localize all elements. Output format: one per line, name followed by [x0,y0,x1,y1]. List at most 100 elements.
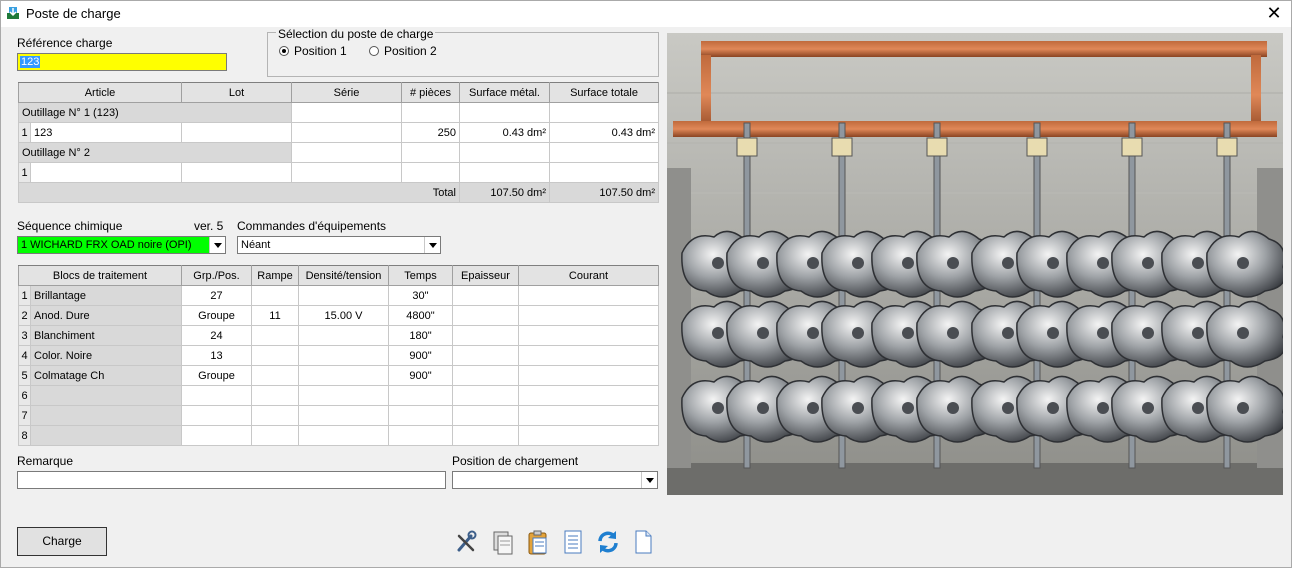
densite-cell[interactable] [298,405,389,426]
rampe-cell[interactable] [251,345,299,366]
table-cell[interactable] [401,142,460,163]
sequence-combo[interactable]: 1 WICHARD FRX OAD noire (OPI) [17,236,226,254]
grp-cell[interactable]: 24 [181,325,252,346]
bloc-name-cell[interactable]: Color. Noire [30,345,182,366]
courant-cell[interactable] [518,425,659,446]
position-chargement-combo[interactable] [452,471,658,489]
col-epaisseur[interactable]: Epaisseur [452,265,519,286]
densite-cell[interactable] [298,285,389,306]
col-rampe[interactable]: Rampe [251,265,299,286]
epaisseur-cell[interactable] [452,285,519,306]
table-cell[interactable] [549,142,659,163]
col-article[interactable]: Article [18,82,182,103]
temps-cell[interactable]: 900" [388,365,453,386]
grp-cell[interactable]: Groupe [181,305,252,326]
grp-cell[interactable] [181,405,252,426]
reference-input[interactable]: 123 [17,53,227,71]
densite-cell[interactable] [298,425,389,446]
epaisseur-cell[interactable] [452,325,519,346]
grp-cell[interactable] [181,385,252,406]
refresh-icon[interactable] [595,528,621,556]
temps-cell[interactable]: 4800" [388,305,453,326]
epaisseur-cell[interactable] [452,365,519,386]
rampe-cell[interactable] [251,405,299,426]
epaisseur-cell[interactable] [452,425,519,446]
temps-cell[interactable] [388,385,453,406]
pieces-cell[interactable] [401,162,460,183]
position-1-radio[interactable]: Position 1 [279,44,347,58]
densite-cell[interactable]: 15.00 V [298,305,389,326]
close-icon[interactable]: ✕ [1263,3,1285,25]
chevron-down-icon[interactable] [209,237,225,253]
table-cell[interactable] [291,142,402,163]
col-surface-metal[interactable]: Surface métal. [459,82,550,103]
clipboard-icon[interactable] [525,528,551,556]
rampe-cell[interactable] [251,285,299,306]
blank-document-icon[interactable] [630,528,656,556]
document-stack-icon[interactable] [490,528,516,556]
article-cell[interactable]: 123 [30,122,182,143]
col-blocs[interactable]: Blocs de traitement [18,265,182,286]
courant-cell[interactable] [518,325,659,346]
grp-cell[interactable]: 13 [181,345,252,366]
densite-cell[interactable] [298,325,389,346]
tools-icon[interactable] [454,528,480,556]
document-list-icon[interactable] [560,528,586,556]
courant-cell[interactable] [518,345,659,366]
col-grp[interactable]: Grp./Pos. [181,265,252,286]
col-courant[interactable]: Courant [518,265,659,286]
table-cell[interactable] [291,102,402,123]
bloc-name-cell[interactable]: Blanchiment [30,325,182,346]
charge-button[interactable]: Charge [17,527,107,556]
col-pieces[interactable]: # pièces [401,82,460,103]
remarque-input[interactable] [17,471,446,489]
courant-cell[interactable] [518,305,659,326]
courant-cell[interactable] [518,405,659,426]
rampe-cell[interactable] [251,385,299,406]
courant-cell[interactable] [518,285,659,306]
epaisseur-cell[interactable] [452,345,519,366]
col-densite[interactable]: Densité/tension [298,265,389,286]
temps-cell[interactable]: 30" [388,285,453,306]
bloc-name-cell[interactable] [30,385,182,406]
densite-cell[interactable] [298,365,389,386]
lot-cell[interactable] [181,162,292,183]
temps-cell[interactable]: 900" [388,345,453,366]
article-cell[interactable] [30,162,182,183]
grp-cell[interactable] [181,425,252,446]
rampe-cell[interactable] [251,325,299,346]
bloc-name-cell[interactable]: Brillantage [30,285,182,306]
serie-cell[interactable] [291,122,402,143]
pieces-cell[interactable]: 250 [401,122,460,143]
densite-cell[interactable] [298,345,389,366]
epaisseur-cell[interactable] [452,405,519,426]
bloc-name-cell[interactable]: Colmatage Ch [30,365,182,386]
bloc-name-cell[interactable] [30,405,182,426]
bloc-name-cell[interactable]: Anod. Dure [30,305,182,326]
serie-cell[interactable] [291,162,402,183]
temps-cell[interactable]: 180" [388,325,453,346]
grp-cell[interactable]: Groupe [181,365,252,386]
table-cell[interactable] [459,102,550,123]
col-surface-totale[interactable]: Surface totale [549,82,659,103]
table-cell[interactable] [401,102,460,123]
col-lot[interactable]: Lot [181,82,292,103]
epaisseur-cell[interactable] [452,385,519,406]
epaisseur-cell[interactable] [452,305,519,326]
rampe-cell[interactable] [251,365,299,386]
densite-cell[interactable] [298,385,389,406]
lot-cell[interactable] [181,122,292,143]
grp-cell[interactable]: 27 [181,285,252,306]
table-cell[interactable] [459,142,550,163]
rampe-cell[interactable]: 11 [251,305,299,326]
table-cell[interactable] [549,102,659,123]
rampe-cell[interactable] [251,425,299,446]
chevron-down-icon[interactable] [641,472,657,488]
chevron-down-icon[interactable] [424,237,440,253]
equipements-combo[interactable]: Néant [237,236,441,254]
col-serie[interactable]: Série [291,82,402,103]
temps-cell[interactable] [388,405,453,426]
col-temps[interactable]: Temps [388,265,453,286]
temps-cell[interactable] [388,425,453,446]
bloc-name-cell[interactable] [30,425,182,446]
